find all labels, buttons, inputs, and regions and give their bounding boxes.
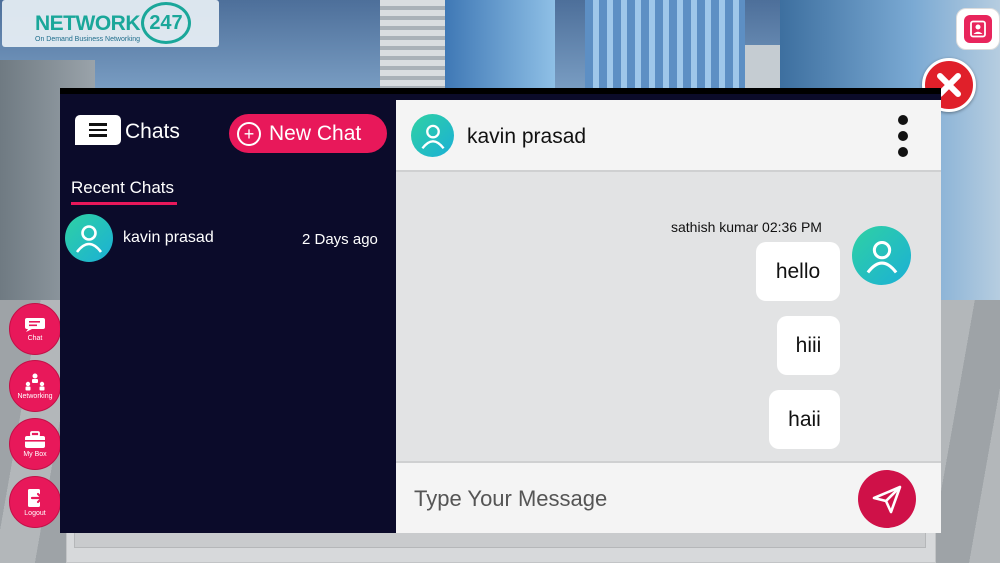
user-icon (420, 124, 445, 149)
conversation-panel: kavin prasad sathish kumar 02:36 PM hell… (396, 100, 941, 533)
message-bubble: haii (769, 390, 840, 449)
logo-tagline: On Demand Business Networking (35, 36, 141, 43)
background-building (445, 0, 555, 95)
new-chat-label: New Chat (269, 121, 362, 145)
message-bubble: hello (756, 242, 840, 301)
side-menu-chat[interactable]: Chat (9, 303, 61, 355)
message-list[interactable]: sathish kumar 02:36 PM hello hiii haii (396, 174, 941, 461)
profile-button[interactable] (956, 8, 1000, 50)
new-chat-button[interactable]: + New Chat (229, 114, 387, 153)
background-building (585, 0, 745, 95)
more-options-icon[interactable] (893, 115, 913, 157)
message-input[interactable] (414, 477, 844, 521)
networking-icon (25, 373, 45, 390)
side-menu-label: My Box (23, 450, 47, 458)
user-icon (75, 225, 103, 253)
conversation-header: kavin prasad (396, 100, 941, 172)
contact-avatar (411, 114, 454, 157)
side-menu-label: Chat (27, 334, 43, 342)
chat-list-item[interactable]: kavin prasad 2 Days ago (60, 214, 396, 266)
chat-list-panel: Chats + New Chat Recent Chats kavin pras… (60, 100, 396, 533)
side-menu-my-box[interactable]: My Box (9, 418, 61, 470)
plus-icon: + (237, 121, 261, 146)
chat-icon (25, 317, 45, 332)
conversation-contact-name: kavin prasad (467, 125, 587, 148)
chat-timestamp: 2 Days ago (302, 231, 378, 248)
tab-recent-chats[interactable]: Recent Chats (71, 178, 177, 205)
menu-button[interactable] (75, 115, 121, 145)
logout-icon (28, 488, 44, 507)
network247-logo: NETWORK 247 On Demand Business Networkin… (2, 0, 219, 47)
message-composer (396, 461, 941, 533)
user-icon (866, 240, 897, 273)
profile-icon (964, 15, 992, 43)
side-menu-label: Logout (24, 509, 46, 517)
send-icon (872, 485, 902, 514)
hamburger-icon (89, 123, 107, 126)
briefcase-icon (25, 430, 45, 448)
message-meta: sathish kumar 02:36 PM (671, 219, 822, 235)
chat-panel: Chats + New Chat Recent Chats kavin pras… (60, 88, 941, 533)
background-building (380, 0, 445, 95)
chat-contact-name: kavin prasad (123, 229, 214, 246)
logo-brand: NETWORK (35, 12, 141, 35)
logo-number: 247 (141, 2, 191, 44)
side-menu-label: Networking (17, 392, 53, 400)
avatar (65, 214, 113, 262)
side-menu-logout[interactable]: Logout (9, 476, 61, 528)
side-menu-networking[interactable]: Networking (9, 360, 61, 412)
send-button[interactable] (858, 470, 916, 528)
chats-title: Chats (125, 120, 180, 143)
sender-avatar (852, 226, 911, 285)
message-bubble: hiii (777, 316, 840, 375)
